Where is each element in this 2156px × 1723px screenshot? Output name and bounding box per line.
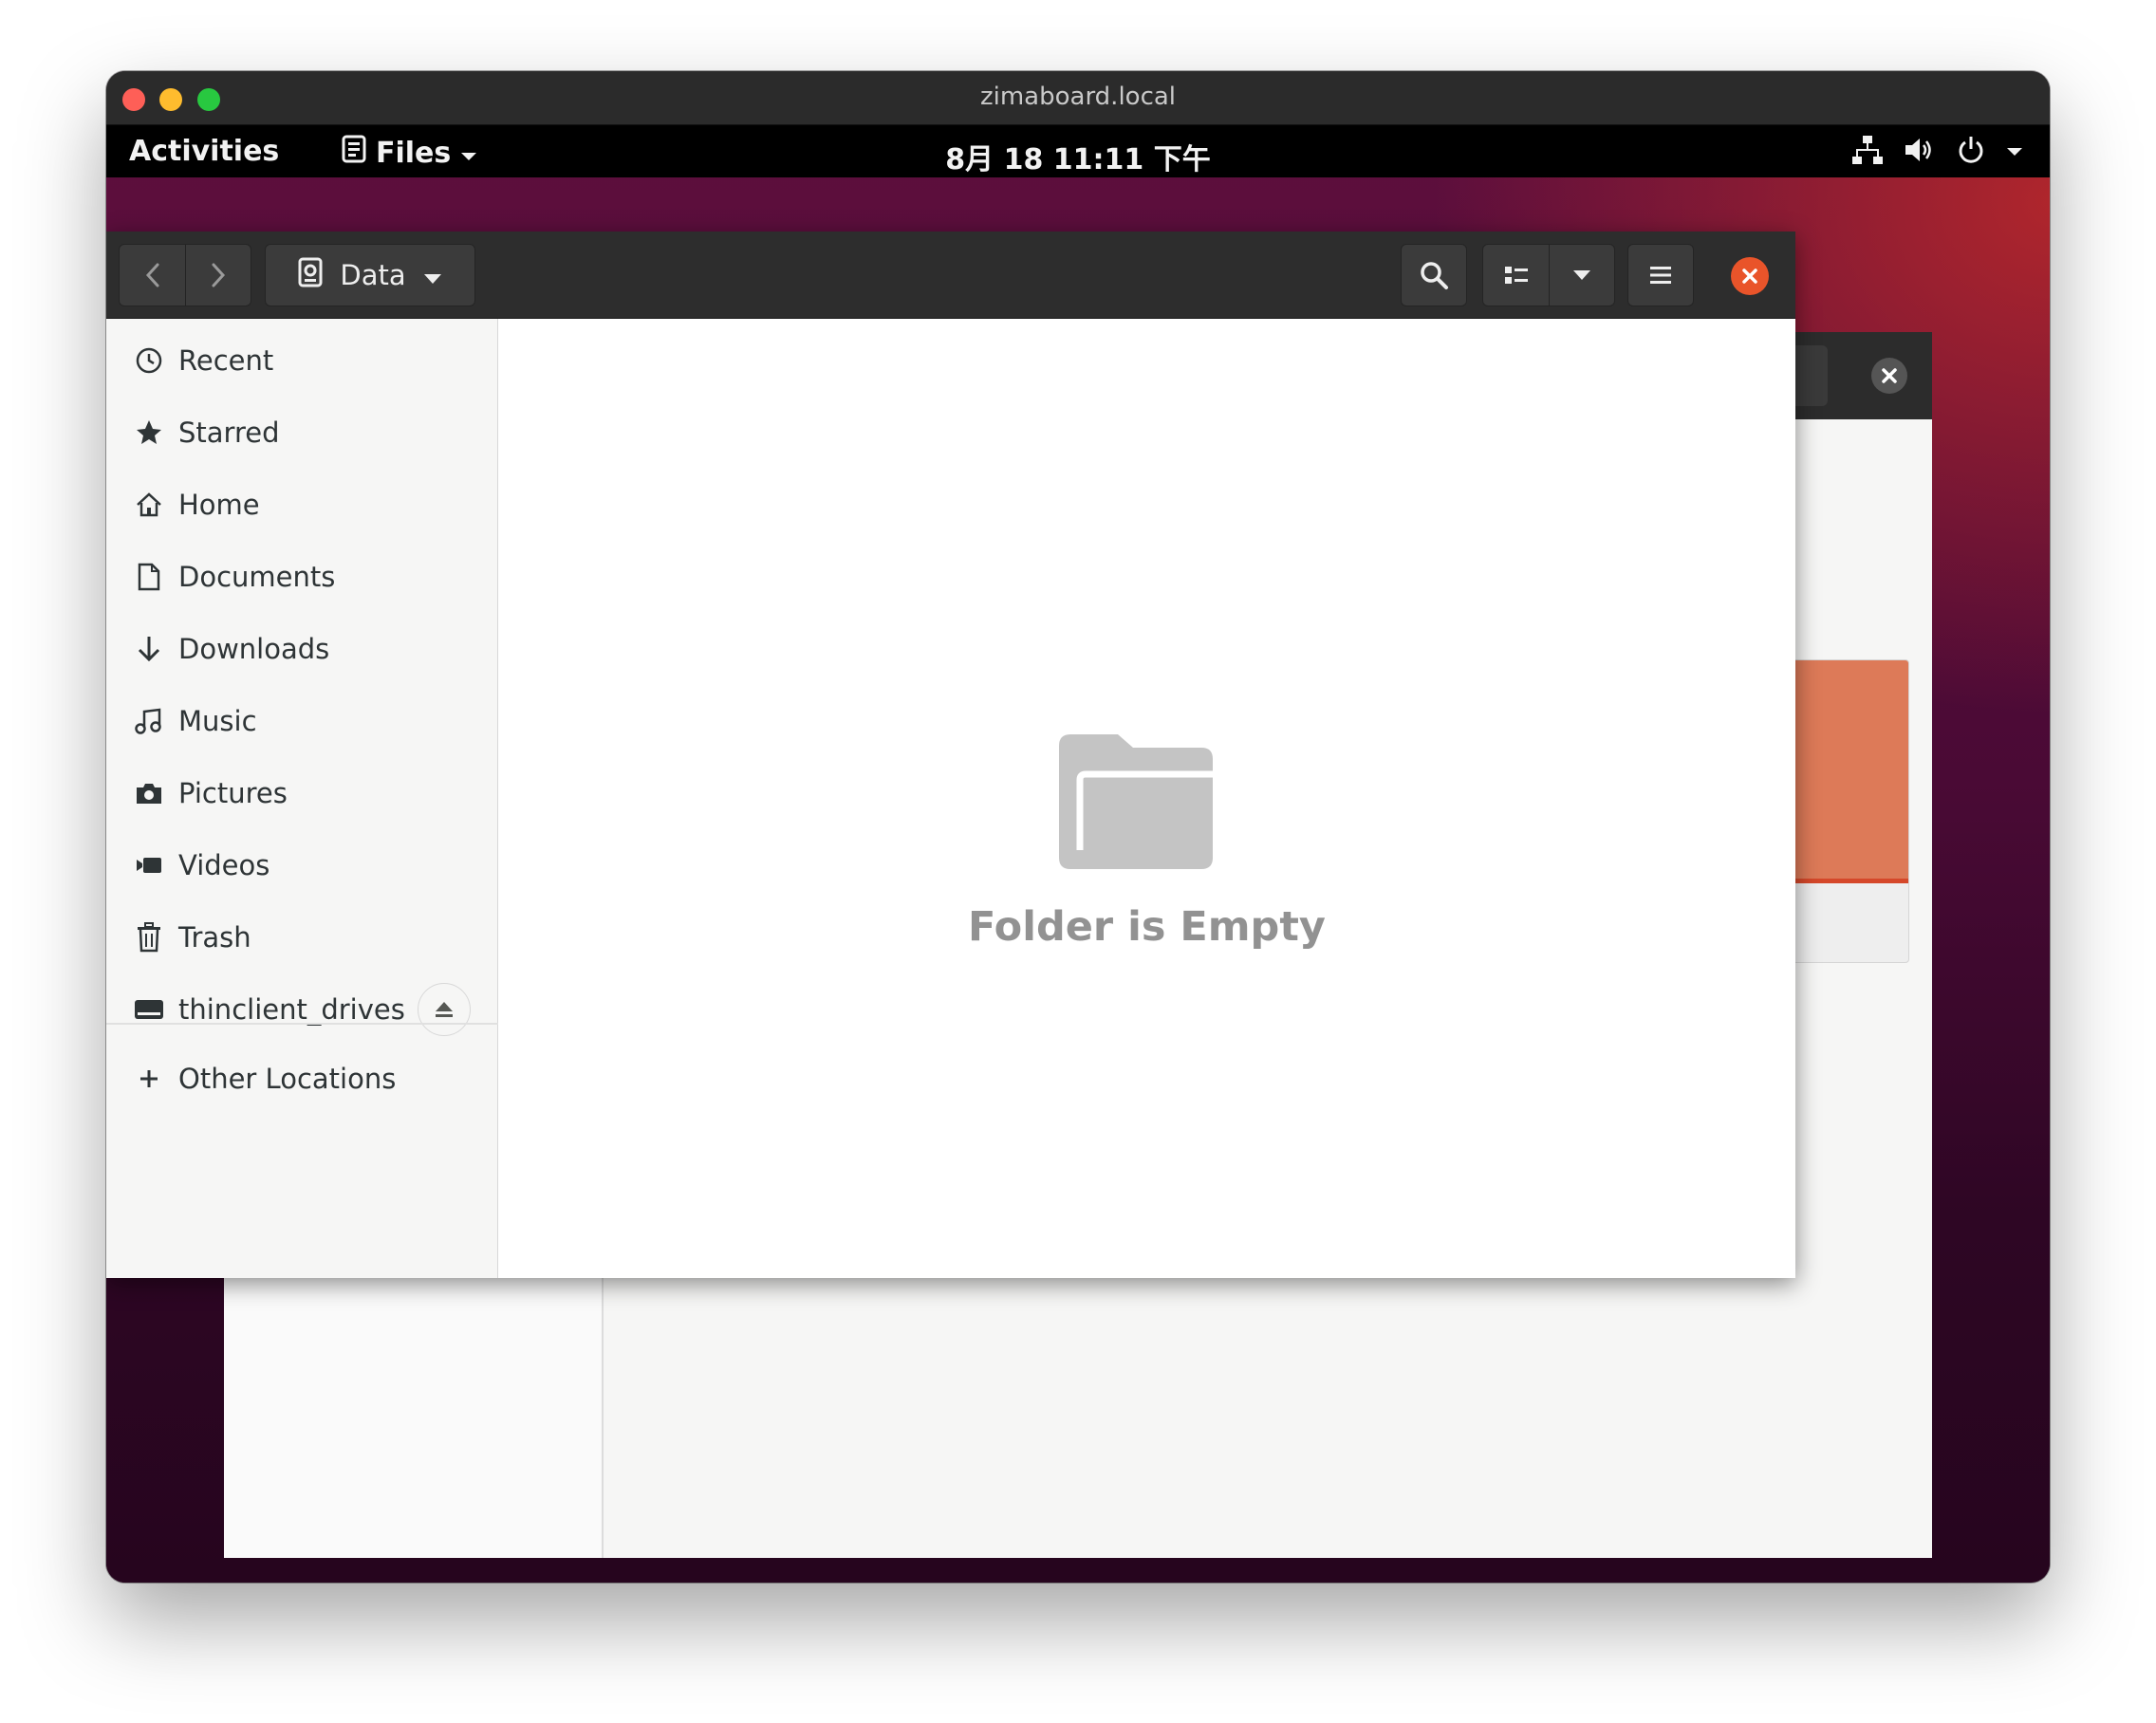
sidebar-item-pictures[interactable]: Pictures	[106, 757, 498, 829]
sidebar-item-downloads[interactable]: Downloads	[106, 613, 498, 685]
music-icon	[133, 705, 165, 737]
eject-icon	[436, 1002, 453, 1017]
search-icon	[1421, 262, 1448, 289]
sidebar-item-documents[interactable]: Documents	[106, 541, 498, 613]
sidebar-divider	[106, 1023, 498, 1025]
path-bar-button[interactable]: Data	[265, 244, 475, 306]
sidebar-item-label: Videos	[178, 849, 270, 881]
plus-icon	[133, 1063, 165, 1095]
chevron-right-icon	[212, 263, 226, 287]
background-close-button[interactable]	[1871, 358, 1907, 394]
trash-icon	[133, 921, 165, 954]
search-button[interactable]	[1401, 244, 1467, 306]
download-icon	[133, 633, 165, 665]
sidebar-item-other-locations[interactable]: Other Locations	[106, 1043, 498, 1115]
eject-button[interactable]	[418, 983, 471, 1036]
list-view-icon	[1504, 267, 1528, 284]
sidebar-item-starred[interactable]: Starred	[106, 397, 498, 469]
network-icon	[1852, 135, 1883, 169]
sidebar-item-label: Downloads	[178, 633, 330, 665]
sidebar-item-trash[interactable]: Trash	[106, 901, 498, 973]
chevron-down-icon	[423, 259, 442, 291]
file-view[interactable]: Folder is Empty	[498, 319, 1795, 1278]
sidebar-item-videos[interactable]: Videos	[106, 829, 498, 901]
close-icon	[1742, 269, 1757, 284]
chevron-left-icon	[145, 263, 158, 287]
folder-icon	[1059, 734, 1213, 873]
files-headerbar: Data	[106, 232, 1795, 319]
power-icon	[1957, 135, 1985, 169]
sidebar-item-label: thinclient_drives	[178, 993, 405, 1026]
sidebar-item-label: Pictures	[178, 777, 288, 809]
video-icon	[133, 849, 165, 881]
sidebar-item-music[interactable]: Music	[106, 685, 498, 757]
empty-folder-message: Folder is Empty	[968, 903, 1326, 951]
sidebar-item-label: Trash	[178, 921, 251, 954]
close-icon	[1882, 368, 1897, 383]
ubuntu-desktop: Activities Files 8月 18 11:11 下午 Data Rec…	[106, 125, 2050, 1583]
view-dropdown-button[interactable]	[1549, 245, 1614, 306]
hamburger-menu-button[interactable]	[1627, 244, 1694, 306]
back-button[interactable]	[120, 245, 185, 306]
recent-icon	[133, 344, 165, 377]
star-icon	[133, 417, 165, 449]
mac-window: zimaboard.local Activities Files 8月 18 1…	[106, 71, 2050, 1583]
home-icon	[133, 489, 165, 521]
sidebar-item-label: Other Locations	[178, 1063, 397, 1095]
document-icon	[133, 561, 165, 593]
camera-icon	[133, 777, 165, 809]
places-sidebar: Recent Starred Home Documents Downloads …	[106, 319, 498, 1278]
sidebar-item-recent[interactable]: Recent	[106, 324, 498, 397]
mac-window-title: zimaboard.local	[979, 83, 1177, 111]
drive-icon	[133, 993, 165, 1026]
list-view-button[interactable]	[1483, 245, 1549, 306]
navigation-buttons	[119, 244, 251, 306]
hamburger-icon	[1650, 267, 1671, 284]
path-label: Data	[340, 259, 406, 291]
chevron-down-icon	[1573, 270, 1590, 280]
files-window: Data Recent Starred Home Documents Downl…	[106, 232, 1795, 1278]
sidebar-item-label: Starred	[178, 417, 280, 449]
sidebar-item-label: Home	[178, 489, 260, 521]
volume-icon	[1904, 135, 1936, 169]
drive-icon	[298, 257, 323, 294]
view-options-group	[1482, 244, 1615, 306]
system-tray[interactable]	[1852, 135, 2023, 169]
chevron-down-icon	[2006, 143, 2023, 161]
sidebar-item-label: Music	[178, 705, 257, 737]
sidebar-item-home[interactable]: Home	[106, 469, 498, 541]
forward-button[interactable]	[185, 245, 251, 306]
sidebar-item-label: Documents	[178, 561, 336, 593]
window-close-button[interactable]	[1731, 257, 1769, 295]
mac-titlebar: zimaboard.local	[106, 71, 2050, 125]
top-panel: Activities Files 8月 18 11:11 下午	[106, 125, 2050, 177]
sidebar-item-thinclient-drives[interactable]: thinclient_drives	[106, 973, 498, 1046]
sidebar-item-label: Recent	[178, 344, 274, 377]
panel-clock[interactable]: 8月 18 11:11 下午	[106, 136, 2050, 177]
